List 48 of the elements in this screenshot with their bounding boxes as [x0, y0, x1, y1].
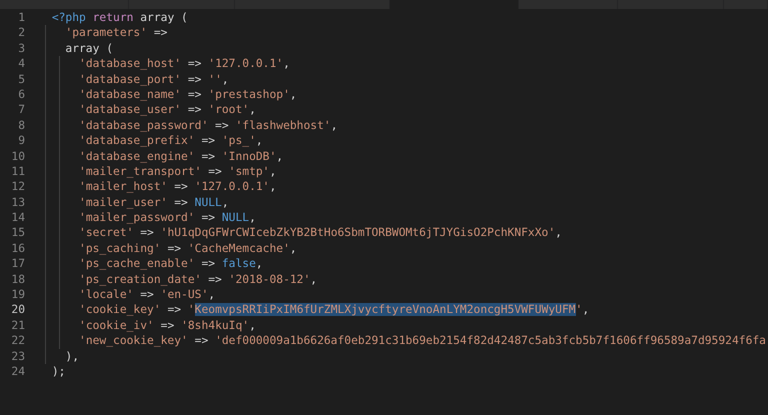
line-number: 3 [17, 40, 25, 56]
line-number: 16 [10, 240, 25, 256]
line-number: 17 [10, 256, 25, 272]
line-number: 13 [10, 194, 25, 210]
code-line: array ( [65, 42, 114, 55]
code-line: 'ps_caching' => 'CacheMemcache', [79, 242, 297, 255]
code-line: 'cookie_iv' => '8sh4kuIq', [79, 318, 256, 332]
line-number: 7 [17, 102, 25, 118]
line-number: 22 [10, 333, 25, 349]
line-number: 12 [10, 179, 25, 195]
code-line: 'mailer_transport' => 'smtp', [79, 164, 276, 178]
code-line: <?php return array ( [52, 11, 188, 24]
code-line: 'cookie_key' => 'KeomvpsRRIiPxIM6fUrZMLXjvycftyreVnoAnLYM2oncgH5VWFUWyUFM', [79, 303, 590, 316]
code-line: ), [65, 350, 80, 363]
code-line: 'database_host' => '127.0.0.1', [79, 57, 290, 70]
code-line: ); [52, 364, 66, 378]
code-line: 'mailer_host' => '127.0.0.1', [79, 180, 276, 194]
line-number: 20 [10, 302, 25, 318]
line-number: 24 [10, 364, 25, 380]
code-line: 'mailer_user' => NULL, [79, 196, 229, 209]
code-line: 'database_user' => 'root', [79, 103, 256, 116]
line-number: 15 [10, 225, 25, 241]
code-line: 'database_prefix' => 'ps_', [79, 134, 263, 148]
line-number: 5 [17, 72, 25, 87]
code-line: 'locale' => 'en-US', [79, 288, 216, 302]
line-number: 9 [17, 133, 25, 149]
line-number: 18 [10, 272, 25, 288]
line-number: 1 [17, 10, 25, 26]
code-line: 'database_name' => 'prestashop', [79, 88, 297, 101]
code-line: 'mailer_password' => NULL, [79, 211, 256, 224]
line-number: 10 [10, 148, 25, 164]
line-number: 8 [17, 118, 25, 134]
code-line: 'database_password' => 'flashwebhost', [79, 118, 338, 132]
code-line: 'database_engine' => 'InnoDB', [79, 150, 284, 163]
code-line: 'parameters' => [65, 26, 168, 40]
code-line: 'new_cookie_key' => 'def000009a1b6626af0eb291c31b69eb2154f82d42487c5ab3fcb5b7f1606ff96589a7d95924f6fa [79, 334, 766, 348]
code-line: 'ps_creation_date' => '2018-08-12', [79, 272, 318, 286]
line-number: 19 [10, 287, 25, 302]
code-line: 'database_port' => '', [79, 72, 229, 86]
line-number: 21 [10, 318, 25, 334]
code-line: 'ps_cache_enable' => false, [79, 257, 263, 270]
line-number: 23 [10, 348, 25, 364]
line-number: 11 [10, 164, 25, 180]
line-number: 4 [17, 56, 25, 72]
line-number: 14 [10, 210, 25, 226]
code-line: 'secret' => 'hU1qDqGFWrCWIcebZkYB2BtHo6SbmTORBWOMt6jTJYGisO2PchKNFxXo', [79, 226, 562, 240]
line-number: 6 [17, 86, 25, 102]
line-number: 2 [17, 25, 25, 41]
